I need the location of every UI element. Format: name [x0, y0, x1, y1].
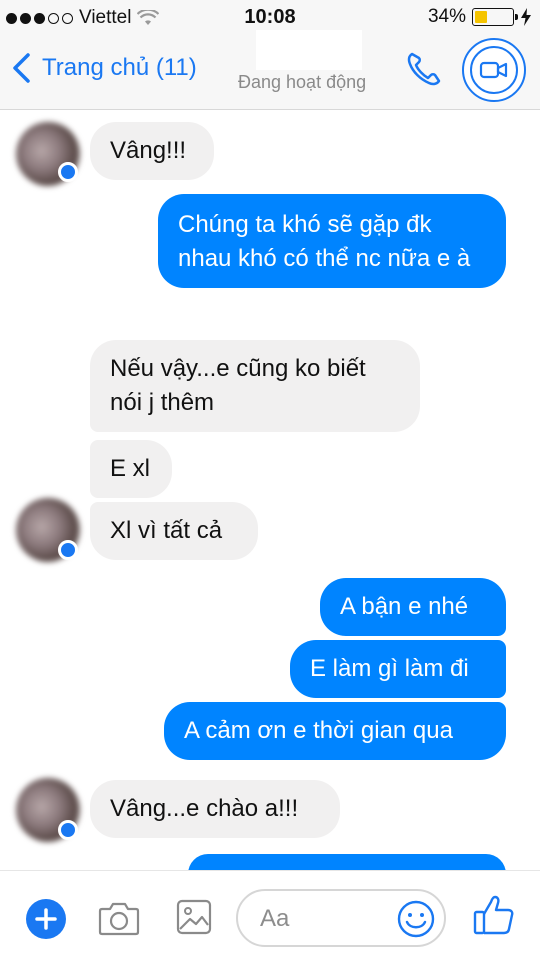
battery-fill: [475, 11, 488, 23]
message-incoming[interactable]: E xl: [90, 440, 172, 498]
back-label: Trang chủ (11): [42, 54, 197, 81]
message-input[interactable]: [260, 901, 380, 937]
charging-icon: [521, 8, 531, 26]
message-outgoing[interactable]: Chúng ta khó sẽ gặp đk nhau khó có thể n…: [158, 194, 506, 288]
messenger-badge-icon: [58, 540, 78, 560]
battery-percent: 34%: [427, 6, 466, 27]
video-camera-icon: [479, 61, 508, 79]
message-outgoing[interactable]: A bận e nhé: [320, 578, 506, 636]
message-incoming[interactable]: Xl vì tất cả: [90, 502, 258, 560]
message-outgoing[interactable]: A cảm ơn e thời gian qua: [164, 702, 506, 760]
back-button[interactable]: Trang chủ (11): [10, 52, 197, 84]
message-incoming[interactable]: Vâng!!!: [90, 122, 214, 180]
phone-icon[interactable]: [402, 48, 446, 92]
conversation-header: Trang chủ (11) Đang hoạt động: [0, 30, 540, 110]
contact-name-redacted[interactable]: [256, 30, 362, 70]
message-input-wrapper[interactable]: [236, 889, 446, 947]
emoji-icon[interactable]: [396, 899, 436, 939]
composer-bar: [0, 870, 540, 960]
thumbs-up-icon[interactable]: [472, 893, 516, 937]
video-call-button[interactable]: [462, 38, 526, 102]
chevron-left-icon: [13, 53, 30, 83]
battery-icon: [472, 8, 518, 26]
messenger-badge-icon: [58, 820, 78, 840]
video-inner-ring: [470, 46, 518, 94]
status-bar: Viettel 10:08 34%: [0, 0, 540, 34]
message-incoming[interactable]: Nếu vậy...e cũng ko biết nói j thêm: [90, 340, 420, 432]
active-status: Đang hoạt động: [238, 72, 367, 92]
more-actions-button[interactable]: [26, 899, 66, 939]
message-incoming[interactable]: Vâng...e chào a!!!: [90, 780, 340, 838]
gallery-icon[interactable]: [176, 899, 212, 935]
plus-icon: [35, 908, 57, 930]
camera-icon[interactable]: [98, 899, 140, 937]
messenger-badge-icon: [58, 162, 78, 182]
message-outgoing[interactable]: E làm gì làm đi: [290, 640, 506, 698]
status-right: 34%: [428, 6, 532, 28]
